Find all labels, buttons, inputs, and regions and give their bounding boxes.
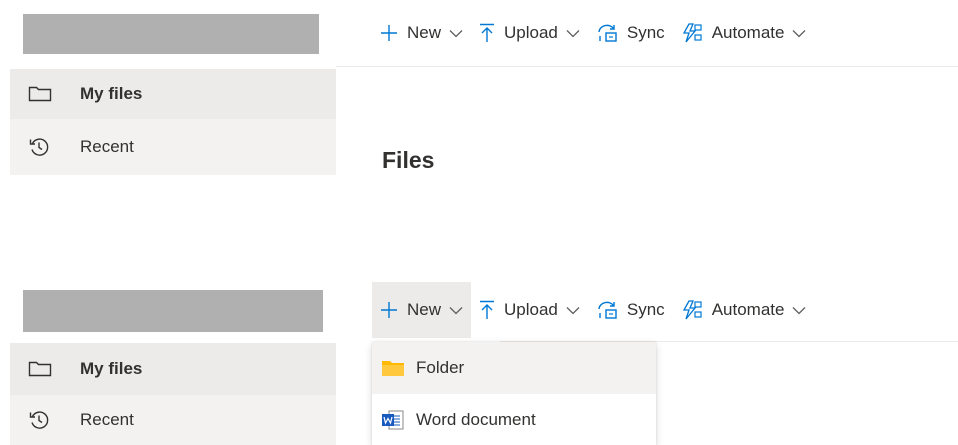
history-icon (28, 409, 54, 431)
command-bar-divider (336, 66, 958, 67)
sync-icon (596, 23, 618, 43)
sidebar-item-recent[interactable]: Recent (10, 119, 336, 175)
automate-icon (681, 300, 703, 320)
sidebar-item-label: My files (80, 84, 143, 103)
command-bar: New Upload Sync Automate (372, 282, 814, 338)
chevron-down-icon (792, 306, 806, 315)
folder-yellow-icon (382, 360, 406, 376)
automate-icon (681, 23, 703, 43)
page-title: Files (382, 147, 435, 173)
sync-label: Sync (626, 23, 665, 42)
word-icon (382, 410, 406, 430)
redacted-account-block (23, 14, 319, 54)
sync-button[interactable]: Sync (588, 12, 673, 54)
new-button[interactable]: New (372, 12, 471, 54)
folder-icon (28, 358, 54, 380)
automate-button[interactable]: Automate (673, 12, 815, 54)
automate-button[interactable]: Automate (673, 282, 815, 338)
upload-button[interactable]: Upload (471, 12, 588, 54)
chevron-down-icon (449, 306, 463, 315)
chevron-down-icon (566, 306, 580, 315)
plus-icon (380, 301, 398, 319)
automate-label: Automate (711, 300, 785, 319)
chevron-down-icon (449, 29, 463, 38)
sync-label: Sync (626, 300, 665, 319)
menu-item-label: Word document (416, 409, 536, 429)
sync-icon (596, 300, 618, 320)
sidebar-item-recent[interactable]: Recent (10, 395, 336, 445)
sync-button[interactable]: Sync (588, 282, 673, 338)
sidebar-item-my-files[interactable]: My files (10, 69, 336, 119)
history-icon (28, 136, 54, 158)
new-dropdown-menu: Folder Word document (372, 342, 656, 445)
new-button[interactable]: New (372, 282, 472, 338)
command-bar: New Upload Sync Automate (372, 12, 814, 54)
chevron-down-icon (792, 29, 806, 38)
automate-label: Automate (711, 23, 785, 42)
upload-label: Upload (504, 23, 558, 42)
menu-item-folder[interactable]: Folder (372, 342, 656, 394)
folder-icon (28, 83, 54, 105)
upload-icon (479, 23, 495, 43)
menu-item-word-document[interactable]: Word document (372, 394, 656, 445)
sidebar-item-label: My files (80, 359, 143, 378)
upload-button[interactable]: Upload (471, 282, 588, 338)
sidebar-item-label: Recent (80, 410, 134, 429)
chevron-down-icon (566, 29, 580, 38)
new-label: New (407, 300, 442, 319)
menu-item-label: Folder (416, 358, 465, 377)
sidebar-item-my-files[interactable]: My files (10, 343, 336, 395)
plus-icon (380, 24, 398, 42)
upload-icon (479, 300, 495, 320)
upload-label: Upload (504, 300, 558, 319)
new-label: New (407, 23, 442, 42)
sidebar-item-label: Recent (80, 137, 134, 156)
redacted-account-block (23, 290, 323, 332)
